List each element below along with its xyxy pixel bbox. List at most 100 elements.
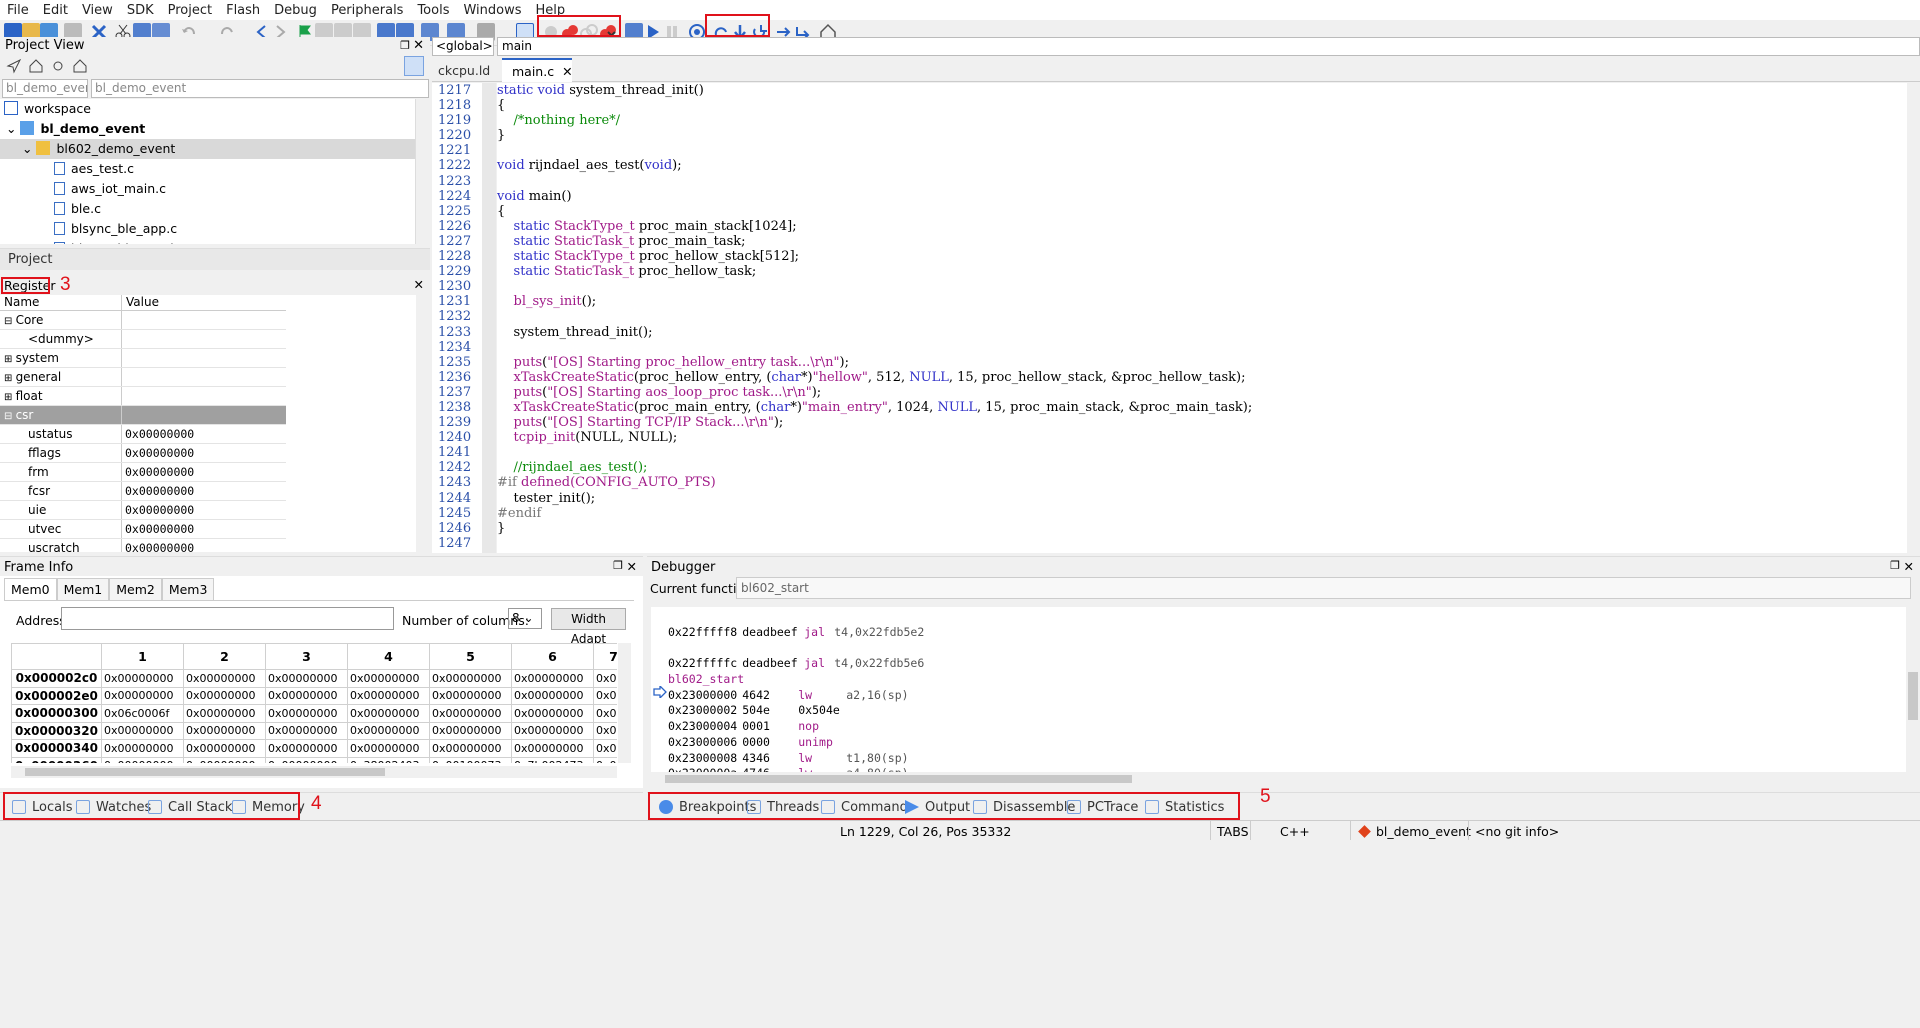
- memory-cell[interactable]: 0x00000000: [429, 739, 512, 758]
- current-function-field[interactable]: bl602_start: [736, 577, 1911, 599]
- settings-icon[interactable]: [50, 58, 66, 74]
- width-adapt-button[interactable]: Width Adapt: [551, 608, 626, 646]
- memory-cell[interactable]: 0x000: [593, 739, 617, 758]
- disassembly-line[interactable]: 0x23000002 504e 0x504e: [668, 703, 924, 719]
- chevron-down-icon[interactable]: ⌄: [6, 121, 20, 136]
- register-row[interactable]: ⊞ float: [0, 387, 286, 406]
- link-icon[interactable]: [404, 56, 424, 76]
- memory-cell[interactable]: 0x00000000: [101, 686, 184, 705]
- tree-item[interactable]: ⌄ bl_demo_event: [0, 119, 415, 139]
- memory-cell[interactable]: 0x000: [593, 704, 617, 723]
- memory-vscroll[interactable]: [618, 643, 631, 763]
- column-value[interactable]: Value: [122, 295, 159, 310]
- memory-cell[interactable]: 0x06c0006f: [101, 704, 184, 723]
- memory-cell[interactable]: 0x00000000: [511, 739, 594, 758]
- tree-item[interactable]: workspace: [0, 99, 415, 119]
- memory-cell[interactable]: 0x00000000: [265, 669, 348, 688]
- memory-cell[interactable]: 0x00000000: [265, 756, 348, 763]
- register-scrollbar[interactable]: [416, 310, 430, 552]
- memory-cell[interactable]: 0x00000000: [347, 686, 430, 705]
- tree-item[interactable]: aes_test.c: [0, 159, 415, 179]
- register-value[interactable]: 0x00000000: [122, 463, 194, 481]
- memory-cell[interactable]: 0x00000000: [429, 669, 512, 688]
- memory-cell[interactable]: 0x00000000: [183, 721, 266, 740]
- columns-select[interactable]: 8 ⌄: [508, 608, 542, 629]
- close-icon[interactable]: ✕: [413, 38, 424, 53]
- memory-cell[interactable]: 0x00100073: [429, 756, 512, 763]
- register-row[interactable]: fcsr 0x00000000: [0, 482, 286, 501]
- menu-windows[interactable]: Windows: [456, 3, 528, 18]
- register-value[interactable]: [122, 330, 125, 348]
- register-row[interactable]: utvec 0x00000000: [0, 520, 286, 539]
- disassembly-line[interactable]: 0x23000004 0001 nop: [668, 719, 924, 735]
- close-icon[interactable]: ✕: [414, 277, 424, 292]
- tree-scrollbar[interactable]: [415, 99, 430, 244]
- memory-cell[interactable]: 0x00000000: [101, 669, 184, 688]
- register-value[interactable]: [122, 387, 125, 405]
- memory-cell[interactable]: 0x00000000: [347, 739, 430, 758]
- disassembly-line[interactable]: 0x22fffff8 deadbeef jal t4,0x22fdb5e2: [668, 625, 924, 641]
- memory-cell[interactable]: 0x000: [593, 721, 617, 740]
- memory-cell[interactable]: 0x00000000: [101, 756, 184, 763]
- function-combo[interactable]: main: [497, 37, 1920, 56]
- menu-view[interactable]: View: [75, 3, 120, 18]
- tab-ckcpu-ld[interactable]: ckcpu.ld: [438, 63, 490, 78]
- tree-item[interactable]: ⌄ bl602_demo_event: [0, 139, 415, 159]
- memory-cell[interactable]: 0x00000000: [347, 704, 430, 723]
- memory-cell[interactable]: 0x000: [593, 756, 617, 763]
- menu-edit[interactable]: Edit: [36, 3, 75, 18]
- register-value[interactable]: 0x00000000: [122, 501, 194, 519]
- memory-cell[interactable]: 0x00000000: [347, 669, 430, 688]
- menu-debug[interactable]: Debug: [267, 3, 324, 18]
- memory-cell[interactable]: 0x00000000: [511, 669, 594, 688]
- memory-cell[interactable]: 0x00000000: [183, 756, 266, 763]
- memory-cell[interactable]: 0x00000000: [183, 686, 266, 705]
- memory-cell[interactable]: 0x00000000: [265, 704, 348, 723]
- memory-cell[interactable]: 0x00000000: [265, 739, 348, 758]
- memory-cell[interactable]: 0x00000000: [429, 704, 512, 723]
- editor-scrollbar[interactable]: [1907, 83, 1920, 553]
- close-icon[interactable]: ✕: [627, 559, 637, 574]
- expand-icon[interactable]: ⊞: [4, 392, 16, 403]
- disassembly-hscroll[interactable]: [651, 772, 1906, 786]
- register-value[interactable]: [122, 368, 125, 386]
- tab-mem0[interactable]: Mem0: [4, 578, 57, 600]
- memory-cell[interactable]: 0x7b002473: [511, 756, 594, 763]
- project-combo[interactable]: bl_demo_even: [2, 79, 88, 98]
- indent-mode[interactable]: TABS: [1217, 824, 1249, 839]
- collapse-icon[interactable]: ⊟: [4, 316, 16, 327]
- fold-margin[interactable]: [482, 83, 496, 553]
- register-value[interactable]: [122, 406, 125, 424]
- column-name[interactable]: Name: [0, 295, 122, 310]
- locate-icon[interactable]: [6, 58, 22, 74]
- disassembly-line[interactable]: 0x22fffffc deadbeef jal t4,0x22fdb5e6: [668, 656, 924, 672]
- memory-cell[interactable]: 0x000: [593, 686, 617, 705]
- register-row[interactable]: <dummy>: [0, 330, 286, 349]
- register-value[interactable]: 0x00000000: [122, 425, 194, 443]
- memory-cell[interactable]: 0x00000000: [347, 721, 430, 740]
- memory-cell[interactable]: 0x00000000: [511, 704, 594, 723]
- target-combo[interactable]: bl_demo_event: [91, 79, 429, 98]
- tab-main-c[interactable]: main.c ✕: [502, 58, 573, 82]
- memory-cell[interactable]: 0x00000000: [101, 721, 184, 740]
- register-row[interactable]: ⊟ csr: [0, 406, 286, 425]
- disassembly-line[interactable]: bl602_start: [668, 672, 924, 688]
- memory-cell[interactable]: 0x00000000: [429, 686, 512, 705]
- memory-cell[interactable]: 0x38002403: [347, 756, 430, 763]
- menu-project[interactable]: Project: [161, 3, 219, 18]
- chevron-down-icon[interactable]: ⌄: [22, 141, 36, 156]
- register-row[interactable]: ustatus 0x00000000: [0, 425, 286, 444]
- register-value[interactable]: 0x00000000: [122, 539, 194, 552]
- memory-hscroll[interactable]: [11, 766, 617, 778]
- register-value[interactable]: 0x00000000: [122, 482, 194, 500]
- disassembly-line[interactable]: 0x23000006 0000 unimp: [668, 735, 924, 751]
- memory-cell[interactable]: 0x00000000: [183, 739, 266, 758]
- tab-project[interactable]: Project: [0, 248, 430, 270]
- memory-cell[interactable]: 0x00000000: [265, 721, 348, 740]
- close-icon[interactable]: ✕: [1904, 559, 1914, 574]
- menu-flash[interactable]: Flash: [219, 3, 267, 18]
- memory-cell[interactable]: 0x000: [593, 669, 617, 688]
- register-row[interactable]: frm 0x00000000: [0, 463, 286, 482]
- tab-mem2[interactable]: Mem2: [109, 578, 162, 600]
- menu-peripherals[interactable]: Peripherals: [324, 3, 411, 18]
